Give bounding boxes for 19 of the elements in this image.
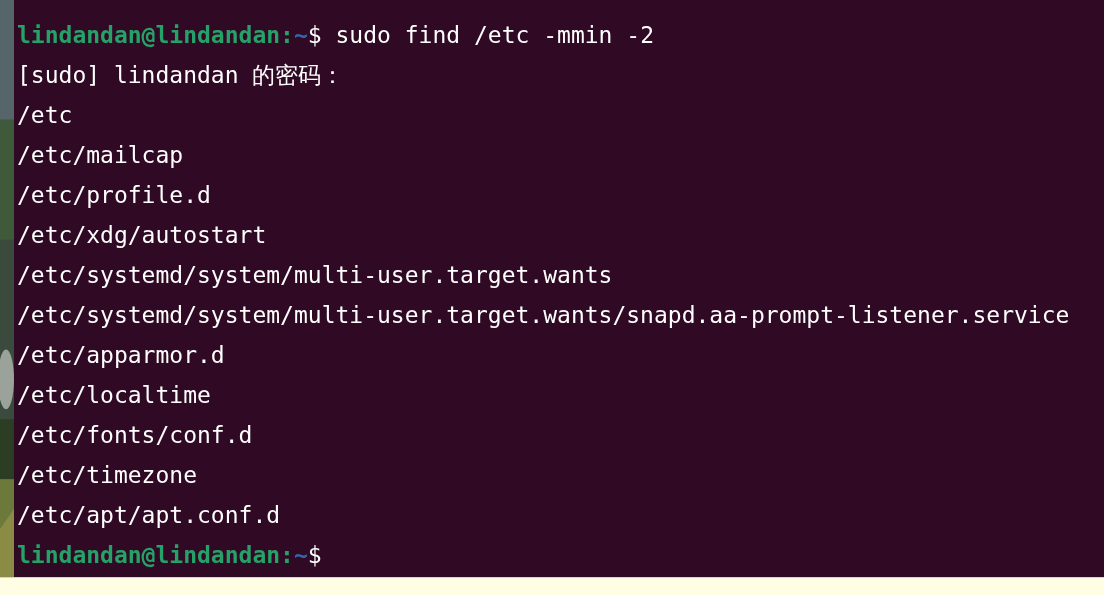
prompt-user-host: lindandan@lindandan: — [17, 541, 294, 570]
output-line: /etc/fonts/conf.d — [17, 421, 253, 450]
output-line: /etc/apt/apt.conf.d — [17, 501, 281, 530]
command-text: sudo find /etc -mmin -2 — [334, 21, 654, 50]
output-line: /etc/xdg/autostart — [17, 221, 267, 250]
output-line: /etc/systemd/system/multi-user.target.wants/snapd.aa-prompt-listener.service — [17, 301, 1070, 330]
output-line: /etc/systemd/system/multi-user.target.wants — [17, 261, 613, 290]
prompt-path: ~ — [293, 541, 308, 570]
output-line: [sudo] lindandan 的密码： — [17, 61, 345, 90]
output-line: /etc/apparmor.d — [17, 341, 225, 370]
output-line: /etc/profile.d — [17, 181, 211, 210]
prompt-symbol: $ — [307, 541, 322, 570]
output-line: /etc/localtime — [17, 381, 211, 410]
prompt-path: ~ — [293, 21, 308, 50]
prompt-symbol: $ — [307, 21, 322, 50]
output-line: /etc/timezone — [17, 461, 197, 490]
output-line: /etc — [17, 101, 73, 130]
prompt-user-host: lindandan@lindandan: — [17, 21, 294, 50]
output-line: /etc/mailcap — [17, 141, 184, 170]
